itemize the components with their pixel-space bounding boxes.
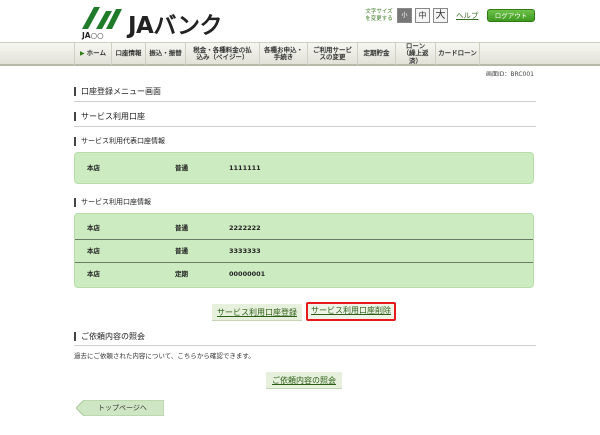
table-row: 本店 普通 3333333: [75, 240, 533, 263]
account-type-cell: 定期: [175, 270, 188, 278]
account-number-cell: 3333333: [229, 247, 261, 255]
header: JAバンク JA○○ 文字サイズを変更する 小 中 大 ヘルプ ログアウト: [0, 0, 600, 42]
bank-name: JA○○: [82, 31, 104, 40]
branch-cell: 本店: [87, 224, 100, 232]
top-page-label: トップページへ: [98, 404, 147, 412]
nav-card-loan[interactable]: カードローン: [436, 43, 480, 65]
account-number-cell: 1111111: [229, 164, 261, 172]
nav-transfer[interactable]: 振込・振替: [146, 43, 186, 65]
fontsize-medium-button[interactable]: 中: [415, 8, 430, 23]
nav-applications[interactable]: 各種お申込・手続き: [260, 43, 308, 65]
account-number-cell: 2222222: [229, 224, 261, 232]
branch-cell: 本店: [87, 270, 100, 278]
account-number-cell: 00000001: [229, 270, 266, 278]
logout-button[interactable]: ログアウト: [487, 9, 535, 22]
ja-logo-icon: [82, 7, 122, 29]
table-row: 本店 普通 2222222: [75, 217, 533, 240]
help-link[interactable]: ヘルプ: [456, 10, 479, 21]
divider: [74, 345, 536, 346]
divider: [74, 101, 536, 102]
rep-account-info-title: サービス利用代表口座情報: [74, 137, 165, 146]
branch-cell: 本店: [87, 164, 100, 172]
brand-name: JAバンク: [128, 13, 223, 39]
fontsize-large-button[interactable]: 大: [433, 8, 448, 23]
nav-home[interactable]: ▶ ホーム: [74, 43, 112, 65]
section-title-service-accounts: サービス利用口座: [74, 112, 145, 121]
account-type-cell: 普通: [175, 224, 188, 232]
service-account-info-title: サービス利用口座情報: [74, 198, 151, 207]
top-page-button[interactable]: トップページへ: [76, 400, 164, 416]
screen-id: 画面ID：BRC001: [485, 71, 534, 78]
divider: [74, 126, 536, 127]
nav-service-change[interactable]: ご利用サービスの変更: [308, 43, 358, 65]
global-nav: ▶ ホーム 口座情報 振込・振替 税金・各種料金の払込み（ペイジー） 各種お申込…: [0, 42, 600, 66]
inquiry-description: 過去にご依頼された内容について、こちらから確認できます。: [74, 352, 255, 360]
inquiry-section-title: ご依頼内容の照会: [74, 332, 145, 341]
account-type-cell: 普通: [175, 247, 188, 255]
nav-loan[interactable]: ローン（繰上返済）: [396, 42, 436, 65]
nav-tax-payment[interactable]: 税金・各種料金の払込み（ペイジー）: [186, 43, 260, 65]
fontsize-label: 文字サイズを変更する: [365, 9, 393, 22]
register-service-account-button[interactable]: サービス利用口座登録: [212, 304, 302, 321]
table-row: 本店 普通 1111111: [75, 157, 533, 180]
fontsize-small-button[interactable]: 小: [397, 8, 412, 23]
service-accounts-box: 本店 普通 2222222 本店 普通 3333333 本店 定期 000000…: [74, 213, 534, 288]
delete-service-account-button[interactable]: サービス利用口座削除: [306, 302, 396, 321]
page-title: 口座登録メニュー画面: [74, 87, 161, 96]
rep-account-box: 本店 普通 1111111: [74, 152, 534, 184]
nav-account-info[interactable]: 口座情報: [112, 43, 146, 65]
branch-cell: 本店: [87, 247, 100, 255]
nav-time-deposit[interactable]: 定期貯金: [358, 43, 396, 65]
inquiry-button[interactable]: ご依頼内容の照会: [266, 372, 342, 389]
table-row: 本店 定期 00000001: [75, 263, 533, 286]
triangle-icon: ▶: [80, 50, 85, 58]
account-type-cell: 普通: [175, 164, 188, 172]
